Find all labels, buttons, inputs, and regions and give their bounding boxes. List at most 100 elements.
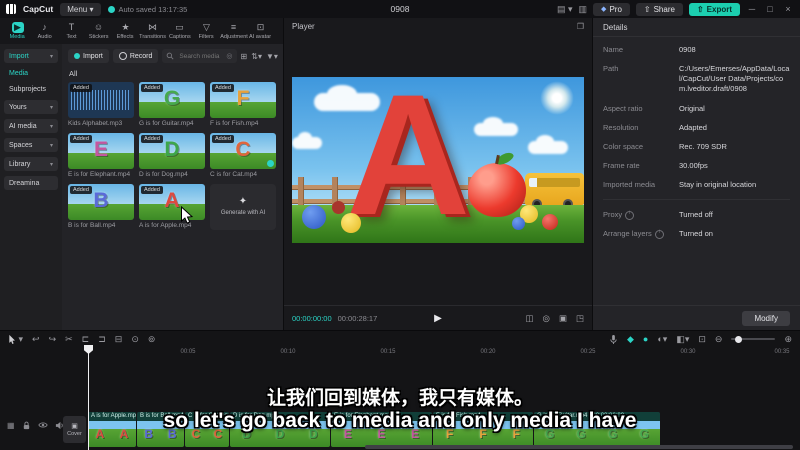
undo-icon[interactable]: ↩ xyxy=(32,332,40,346)
detail-row-aspect-ratio: Aspect ratio Original xyxy=(603,103,705,113)
ribbon-tabs: ▶ Media ♪ Audio T Text ☺ Stickers ★ Effects ⋈… xyxy=(0,18,283,44)
share-button[interactable]: ⇧ Share xyxy=(635,2,683,16)
details-panel: Details Name 0908 Path C:/Users/Emerses/Ap… xyxy=(593,18,800,330)
player-title: Player xyxy=(292,21,315,31)
redo-icon[interactable]: ↪ xyxy=(49,332,57,346)
tab-media[interactable]: ▶ Media xyxy=(4,22,31,40)
export-button[interactable]: ⇧ Export xyxy=(688,2,740,16)
apple xyxy=(468,150,526,217)
delete-icon[interactable]: ⊟ xyxy=(115,332,123,346)
tab-audio[interactable]: ♪ Audio xyxy=(31,22,58,40)
sidebar-item-ai-media[interactable]: AI media ▾ xyxy=(4,119,58,133)
crop-icon[interactable]: ⊚ xyxy=(148,332,156,346)
added-badge: Added xyxy=(212,135,234,143)
tab-ai-avatar[interactable]: ⊡ AI avatar xyxy=(247,22,274,40)
trim-left-icon[interactable]: ⊏ xyxy=(82,332,90,346)
modify-button[interactable]: Modify xyxy=(742,310,790,326)
media-library-panel: Import Record ◎ ⊞ ⇅▾ ▼▾ All Added Kids A… xyxy=(62,44,283,330)
details-title: Details xyxy=(593,18,800,37)
quality-icon[interactable]: ▣ xyxy=(559,313,567,324)
downloaded-icon xyxy=(267,160,274,167)
timeline-horizontal-scrollbar[interactable] xyxy=(365,445,793,449)
adjust-tracks-icon[interactable]: ⊡ xyxy=(698,332,706,346)
tab-effects[interactable]: ★ Effects xyxy=(112,22,139,40)
video-preview[interactable]: A xyxy=(292,77,584,243)
search-filter-icon[interactable]: ◎ xyxy=(226,52,232,60)
media-item-g[interactable]: G Added G is for Guitar.mp4 xyxy=(139,82,205,127)
added-badge: Added xyxy=(70,186,92,194)
current-time[interactable]: 00:00:00:00 xyxy=(292,314,332,323)
captions-icon: ▭ xyxy=(175,22,184,32)
grid-view-icon[interactable]: ⊞ xyxy=(241,52,248,61)
detail-row-proxy: Proxy Turned off xyxy=(603,210,790,220)
layout-switch-icon[interactable]: ▤ ▾ xyxy=(557,4,573,15)
search-input[interactable] xyxy=(177,51,224,61)
maximize-button[interactable]: □ xyxy=(764,4,776,14)
tab-filters[interactable]: ▽ Filters xyxy=(193,22,220,40)
panel-layout-icon[interactable]: ▥ xyxy=(579,4,588,15)
preview-axis-icon[interactable]: ◐▾ xyxy=(657,332,667,346)
zoom-in-icon[interactable]: ⊕ xyxy=(784,332,792,346)
tab-stickers[interactable]: ☺ Stickers xyxy=(85,22,112,40)
tab-captions[interactable]: ▭ Captions xyxy=(166,22,193,40)
link-preview-icon[interactable]: ● xyxy=(643,332,648,346)
zoom-slider-knob[interactable] xyxy=(735,335,743,343)
record-voiceover-icon[interactable] xyxy=(609,332,618,346)
added-badge: Added xyxy=(141,186,163,194)
menu-button[interactable]: Menu ▾ xyxy=(60,2,101,16)
media-item-d[interactable]: D Added D is for Dog.mp4 xyxy=(139,133,205,178)
ruler-label: 00:15 xyxy=(380,349,396,355)
sort-icon[interactable]: ⇅▾ xyxy=(251,52,262,61)
ball-red-small xyxy=(332,201,345,214)
tab-text[interactable]: T Text xyxy=(58,22,85,40)
track-options-icon[interactable]: ◧▾ xyxy=(676,332,689,346)
generate-with-ai-button[interactable]: ✦ Generate with AI xyxy=(210,184,276,230)
mirror-preview-icon[interactable]: ◫ xyxy=(525,313,533,324)
media-item-audio[interactable]: Added Kids Alphabet.mp3 xyxy=(68,82,134,127)
import-button[interactable]: Import xyxy=(68,49,109,63)
media-item-c[interactable]: C Added C is for Cat.mp4 xyxy=(210,133,276,178)
media-item-a[interactable]: A Added A is for Apple.mp4 xyxy=(139,184,205,230)
zoom-out-icon[interactable]: ⊖ xyxy=(715,332,723,346)
ball-yellow xyxy=(341,213,361,233)
split-icon[interactable]: ✂ xyxy=(65,332,73,346)
record-button[interactable]: Record xyxy=(112,49,159,63)
info-icon xyxy=(654,229,664,239)
sidebar-item-dreamina[interactable]: Dreamina xyxy=(4,176,58,190)
zoom-fit-icon[interactable]: ◎ xyxy=(543,313,550,324)
section-label-all[interactable]: All xyxy=(69,69,277,78)
tab-transitions[interactable]: ⋈ Transitions xyxy=(139,22,166,40)
cloud xyxy=(528,135,568,154)
minimize-button[interactable]: ─ xyxy=(746,4,758,14)
pro-button[interactable]: ◆ Pro xyxy=(593,2,630,16)
added-badge: Added xyxy=(212,84,234,92)
snap-icon[interactable]: ◆ xyxy=(627,332,634,346)
search-box[interactable]: ◎ xyxy=(162,49,237,63)
expand-player-icon[interactable]: ❐ xyxy=(577,22,584,31)
close-button[interactable]: × xyxy=(782,4,794,14)
plus-icon: ✦ xyxy=(238,196,248,208)
trim-right-icon[interactable]: ⊐ xyxy=(98,332,106,346)
chevron-down-icon: ▾ xyxy=(49,161,53,168)
timeline-zoom-slider[interactable] xyxy=(731,335,776,343)
sidebar-item-import[interactable]: Import ▾ xyxy=(4,49,58,63)
timeline-ruler[interactable]: 00:05 00:10 00:15 00:20 00:25 00:30 00:3… xyxy=(0,347,800,359)
fullscreen-icon[interactable]: ◳ xyxy=(576,313,584,324)
export-icon: ⇧ xyxy=(696,4,704,14)
filter-icon[interactable]: ▼▾ xyxy=(266,52,278,61)
sidebar-item-library[interactable]: Library ▾ xyxy=(4,157,58,171)
media-item-e[interactable]: E Added E is for Elephant.mp4 xyxy=(68,133,134,178)
sidebar-item-subprojects[interactable]: Subprojects xyxy=(4,84,58,95)
sidebar-item-media[interactable]: Media xyxy=(4,68,58,79)
media-item-f[interactable]: F Added F is for Fish.mp4 xyxy=(210,82,276,127)
play-button[interactable]: ▶ xyxy=(434,313,442,324)
sidebar-item-yours[interactable]: Yours ▾ xyxy=(4,100,58,114)
sidebar-item-spaces[interactable]: Spaces ▾ xyxy=(4,138,58,152)
cloud xyxy=(474,117,518,136)
tab-adjustment[interactable]: ≡ Adjustment xyxy=(220,22,248,40)
media-item-b[interactable]: B Added B is for Ball.mp4 xyxy=(68,184,134,230)
mirror-icon[interactable]: ⊙ xyxy=(131,332,139,346)
transitions-icon: ⋈ xyxy=(148,22,157,32)
audio-icon: ♪ xyxy=(42,22,47,32)
select-tool-icon[interactable]: ▾ xyxy=(8,332,23,346)
